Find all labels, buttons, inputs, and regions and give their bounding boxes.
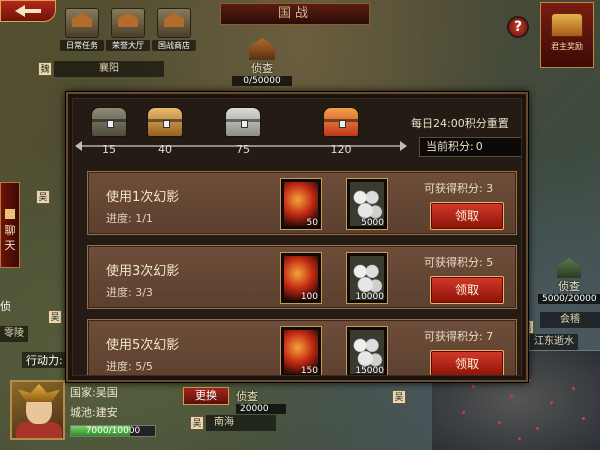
- map-scout-top[interactable]: 侦查 0/50000: [232, 38, 292, 86]
- chat-tab-label: 聊天: [4, 224, 16, 252]
- chat-icon: [5, 209, 15, 219]
- task-points: 可获得积分: 5: [424, 256, 494, 269]
- reward-coin-slot[interactable]: 10000: [346, 252, 388, 304]
- gold-chest-icon: [147, 107, 183, 137]
- track-cap-left: [75, 141, 82, 151]
- troops-bar: 7000/10000: [70, 425, 156, 437]
- reward-flag-slot[interactable]: 150: [280, 326, 322, 376]
- reward-qty: 5000: [361, 218, 384, 228]
- map-kingdom-tag: 吴: [392, 390, 406, 404]
- back-button[interactable]: [0, 0, 56, 22]
- task-points: 可获得积分: 3: [424, 182, 494, 195]
- avatar-body: [16, 422, 62, 438]
- action-points-label: 行动力:: [22, 352, 67, 368]
- chat-tab[interactable]: 聊天: [0, 182, 20, 268]
- map-city-bottom[interactable]: 南海: [206, 415, 276, 431]
- map-note-right: 江东逝水: [530, 334, 578, 350]
- honor-hall-icon: [111, 8, 145, 38]
- bronze-chest-icon: [91, 107, 127, 137]
- task-points: 可获得积分: 7: [424, 330, 494, 343]
- reward-qty: 150: [300, 366, 318, 376]
- game-screen: 魏 襄阳 侦查 0/50000 吴 侦 零陵 吴 侦查 5000/20000 会…: [0, 0, 600, 450]
- chest-threshold: 40: [158, 143, 172, 156]
- task-row: 使用5次幻影 进度: 5/5 150 15000 可获得积分: 7 领取: [87, 319, 517, 376]
- map-city-left[interactable]: 零陵: [0, 326, 28, 342]
- lord-reward-button[interactable]: 君主奖励: [540, 2, 594, 68]
- city-building-icon: [249, 38, 275, 60]
- chest-reward-1[interactable]: 15: [89, 107, 129, 156]
- daily-points-panel: 15 40 75 120 每日24:00积分重置 当前积分:0 使用1次幻影: [66, 92, 528, 382]
- silver-chest-icon: [225, 107, 261, 137]
- task-row: 使用3次幻影 进度: 3/3 100 10000 可获得积分: 5 领取: [87, 245, 517, 309]
- chest-reward-3[interactable]: 75: [223, 107, 263, 156]
- map-scout-left[interactable]: 侦: [0, 298, 11, 314]
- map-city-right[interactable]: 会稽: [540, 312, 600, 328]
- honor-hall-button[interactable]: 荣誉大厅: [106, 8, 150, 51]
- map-kingdom-tag: 吴: [190, 416, 204, 430]
- player-kingdom: 国家:吴国: [70, 386, 118, 399]
- daily-tasks-label: 日常任务: [60, 40, 104, 51]
- switch-button[interactable]: 更换: [183, 387, 229, 405]
- general-avatar[interactable]: [10, 380, 65, 440]
- task-title: 使用5次幻影: [106, 338, 180, 353]
- lord-reward-label: 君主奖励: [551, 42, 583, 51]
- task-progress: 进度: 5/5: [106, 360, 153, 373]
- war-shop-icon: [157, 8, 191, 38]
- claim-button[interactable]: 领取: [430, 276, 504, 304]
- task-list: 使用1次幻影 进度: 1/1 50 5000 可获得积分: 3 领取 使用3次幻…: [87, 171, 517, 376]
- reward-qty: 50: [306, 218, 318, 228]
- daily-tasks-button[interactable]: 日常任务: [60, 8, 104, 51]
- player-city: 城池:建安: [70, 406, 118, 419]
- task-progress: 进度: 3/3: [106, 286, 153, 299]
- back-arrow-icon: [15, 5, 41, 17]
- reward-qty: 15000: [355, 366, 384, 376]
- reset-notice: 每日24:00积分重置: [411, 117, 509, 130]
- chest-threshold: 75: [236, 143, 250, 156]
- avatar-helmet: [18, 384, 60, 402]
- map-kingdom-tag: 吴: [48, 310, 62, 324]
- reward-qty: 100: [300, 292, 318, 302]
- war-shop-button[interactable]: 国战商店: [152, 8, 196, 51]
- reward-flag-slot[interactable]: 100: [280, 252, 322, 304]
- task-row: 使用1次幻影 进度: 1/1 50 5000 可获得积分: 3 领取: [87, 171, 517, 235]
- current-score: 当前积分: 0: [419, 137, 521, 157]
- claim-button[interactable]: 领取: [430, 202, 504, 230]
- honor-hall-label: 荣誉大厅: [106, 40, 150, 51]
- map-scout-bottom[interactable]: 侦查 20000: [236, 388, 286, 414]
- reward-coin-slot[interactable]: 5000: [346, 178, 388, 230]
- current-score-label: 当前积分:: [426, 140, 474, 153]
- page-title: 国战: [220, 3, 370, 25]
- map-kingdom-tag: 魏: [38, 62, 52, 76]
- red-chest-icon: [323, 107, 359, 137]
- war-shop-label: 国战商店: [152, 40, 196, 51]
- help-button[interactable]: ?: [507, 16, 529, 38]
- chest-reward-2[interactable]: 40: [145, 107, 185, 156]
- task-title: 使用1次幻影: [106, 190, 180, 205]
- reward-coin-slot[interactable]: 15000: [346, 326, 388, 376]
- task-title: 使用3次幻影: [106, 264, 180, 279]
- chest-threshold: 120: [330, 143, 352, 156]
- panel-body: 15 40 75 120 每日24:00积分重置 当前积分:0 使用1次幻影: [72, 98, 522, 376]
- current-score-value: 0: [475, 140, 483, 153]
- map-scout-right[interactable]: 侦查 5000/20000: [538, 258, 600, 304]
- troops-value: 7000/10000: [85, 426, 141, 436]
- treasure-chest-icon: [551, 13, 583, 37]
- daily-tasks-icon: [65, 8, 99, 38]
- claim-button[interactable]: 领取: [430, 350, 504, 375]
- map-kingdom-tag: 吴: [36, 190, 50, 204]
- city-building-icon: [557, 258, 581, 278]
- chest-threshold: 15: [102, 143, 116, 156]
- map-city-name[interactable]: 襄阳: [54, 61, 164, 77]
- chest-reward-4[interactable]: 120: [321, 107, 361, 156]
- task-progress: 进度: 1/1: [106, 212, 153, 225]
- reward-qty: 10000: [355, 292, 384, 302]
- track-cap-right: [400, 141, 407, 151]
- reward-flag-slot[interactable]: 50: [280, 178, 322, 230]
